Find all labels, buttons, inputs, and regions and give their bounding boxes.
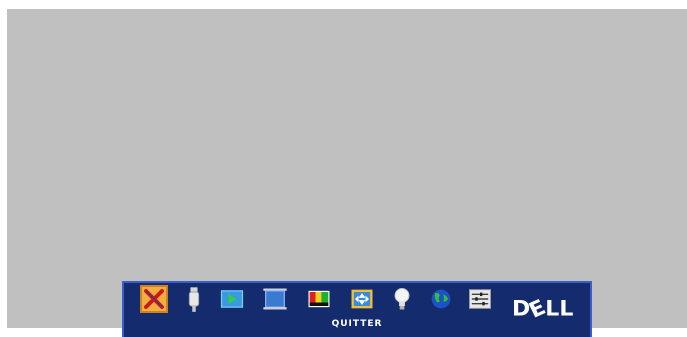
- projection-mode-icon[interactable]: [348, 285, 376, 313]
- exit-icon[interactable]: [140, 285, 168, 313]
- display-color-icon[interactable]: [305, 285, 333, 313]
- dell-logo: DELL: [512, 295, 574, 324]
- preferences-icon[interactable]: [466, 285, 494, 313]
- picture-icon[interactable]: [261, 285, 289, 313]
- osd-menu-bar: DELL QUITTER: [122, 281, 592, 337]
- projector-screen: DELL QUITTER: [7, 9, 687, 337]
- language-icon[interactable]: [427, 285, 455, 313]
- input-source-icon[interactable]: [180, 285, 208, 313]
- lamp-icon[interactable]: [388, 285, 416, 313]
- auto-adjust-icon[interactable]: [218, 285, 246, 313]
